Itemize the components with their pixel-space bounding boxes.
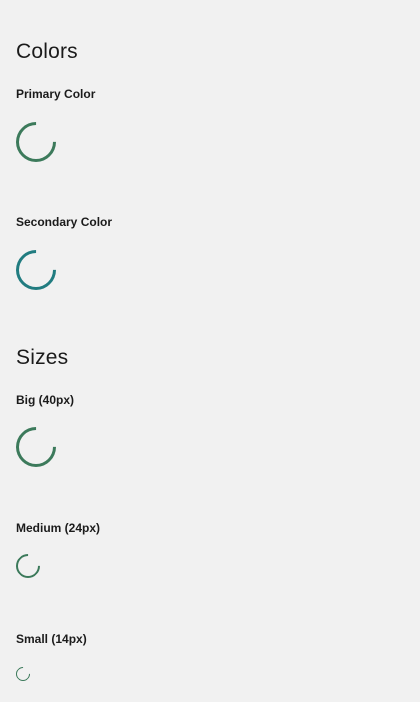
small-spinner: [13, 664, 33, 684]
medium-size-label: Medium (24px): [16, 521, 101, 535]
primary-color-label: Primary Color: [16, 87, 96, 101]
sizes-section-title: Sizes: [16, 346, 69, 369]
medium-spinner: [11, 549, 45, 583]
small-size-label: Small (14px): [16, 632, 87, 646]
secondary-color-spinner: [7, 241, 65, 299]
big-size-label: Big (40px): [16, 393, 75, 407]
secondary-color-label: Secondary Color: [16, 215, 113, 229]
big-spinner: [7, 418, 65, 476]
colors-section-title: Colors: [16, 40, 78, 63]
primary-color-spinner: [7, 113, 65, 171]
